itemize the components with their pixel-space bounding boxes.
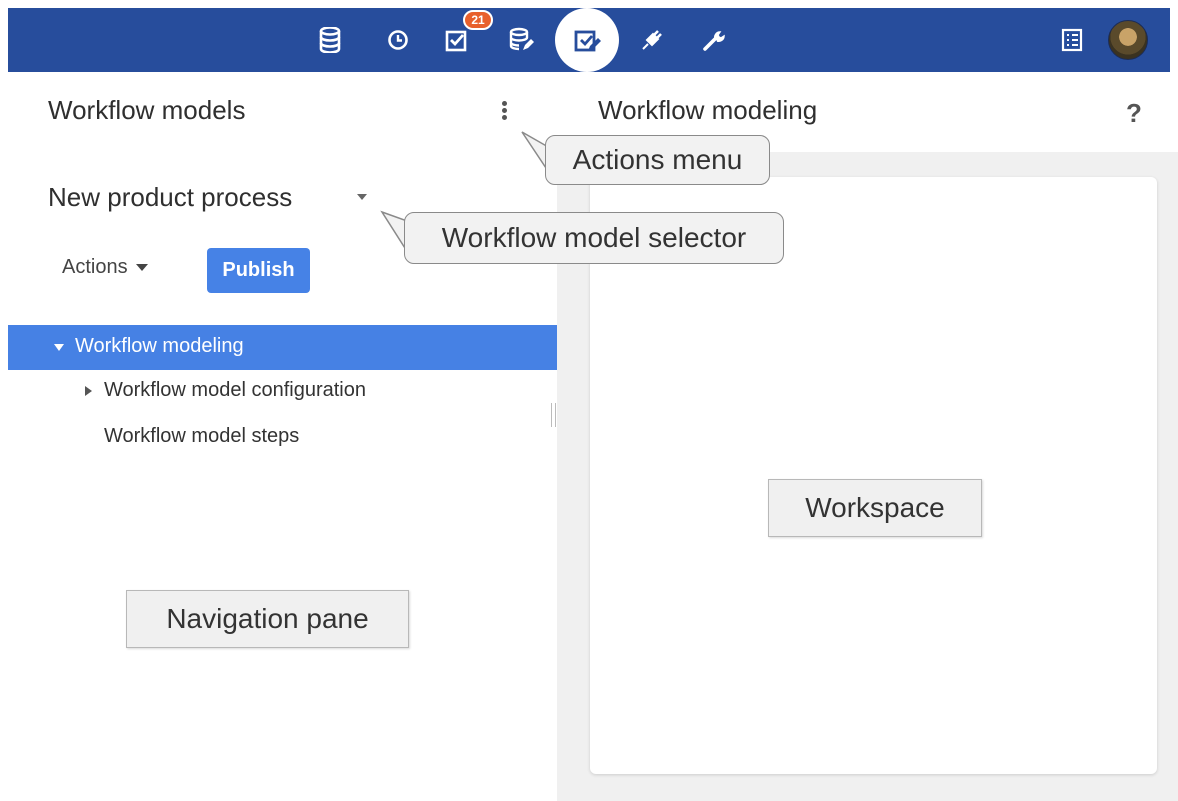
actions-menu-icon[interactable] [497,99,511,125]
tree-item-workflow-model-steps[interactable]: Workflow model steps [104,425,299,448]
notification-badge: 21 [463,10,493,30]
caret-down-icon [135,264,148,271]
data-edit-icon[interactable] [502,20,542,60]
chevron-down-icon[interactable] [357,194,367,200]
wrench-icon[interactable] [694,20,734,60]
database-icon[interactable] [310,20,350,60]
expand-right-icon[interactable] [85,386,92,396]
workflow-icon[interactable] [555,8,619,72]
list-icon[interactable] [1052,20,1092,60]
plug-icon[interactable] [632,20,672,60]
publish-button[interactable]: Publish [207,248,310,293]
workflow-model-selector[interactable]: New product process [48,182,292,213]
tree-item-workflow-model-configuration[interactable]: Workflow model configuration [104,379,366,402]
expand-down-icon[interactable] [54,344,64,351]
top-bar: 21 [8,8,1170,72]
tree-item-label: Workflow modeling [75,335,244,357]
pane-title: Workflow models [48,95,246,125]
help-icon[interactable]: ? [1126,98,1142,129]
label-navigation-pane: Navigation pane [126,590,409,648]
label-workspace: Workspace [768,479,982,537]
workspace-card [590,177,1157,774]
callout-model-selector: Workflow model selector [404,212,784,264]
avatar[interactable] [1108,20,1148,60]
actions-label: Actions [62,256,128,278]
actions-dropdown-button[interactable]: Actions [62,256,148,279]
clock-icon[interactable] [378,20,418,60]
callout-actions-menu: Actions menu [545,135,770,185]
workspace-title: Workflow modeling [598,95,818,125]
pane-splitter[interactable] [551,403,556,427]
